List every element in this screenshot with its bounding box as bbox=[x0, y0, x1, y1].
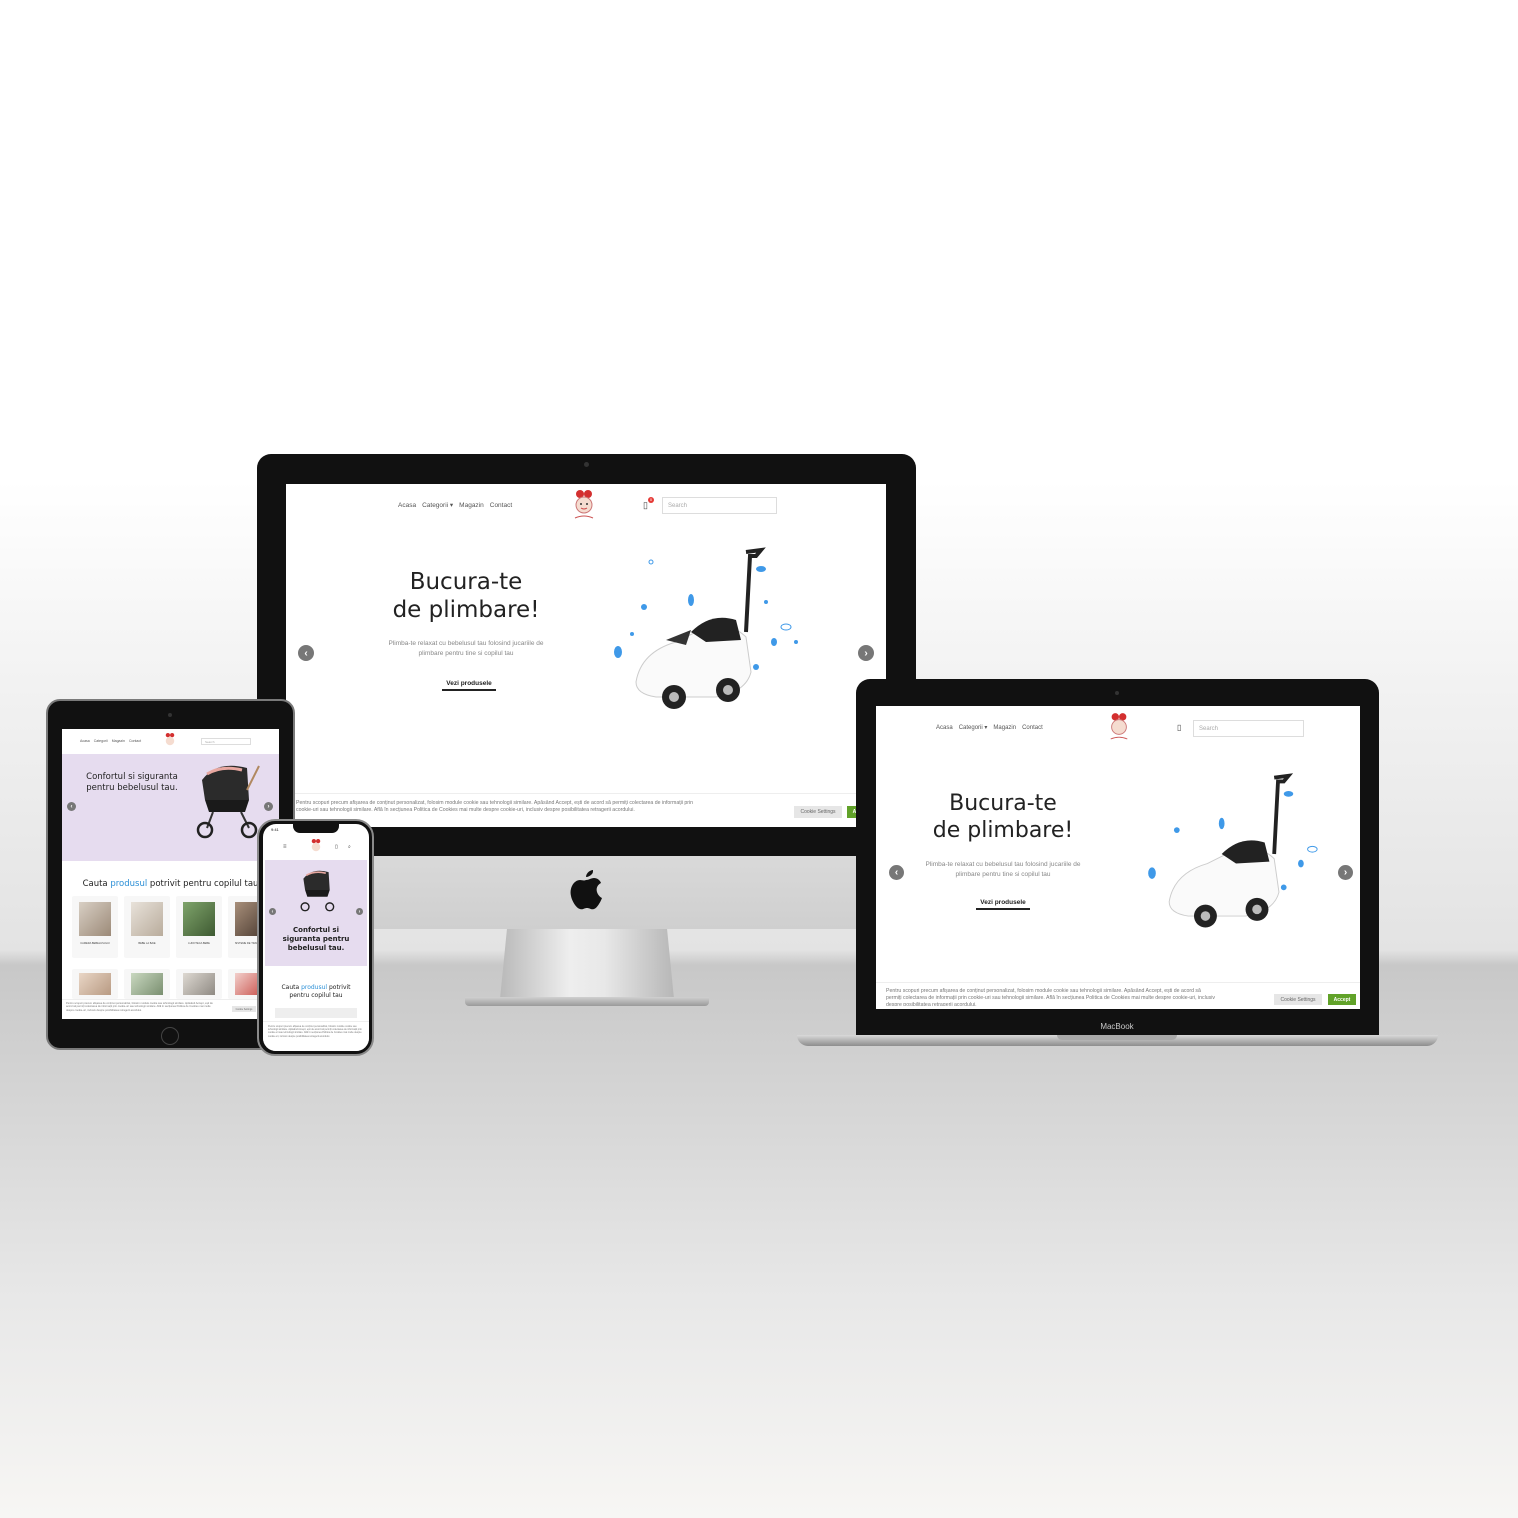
cookie-banner: Pentru scopuri precum afișarea de conțin… bbox=[263, 1021, 369, 1051]
ride-on-car-image bbox=[1148, 773, 1318, 928]
nav-contact[interactable]: Contact bbox=[490, 502, 512, 509]
main-nav-laptop: Acasa Categorii ▾ Magazin Contact bbox=[936, 724, 1043, 732]
hero-title: Confortul si siguranta pentru bebelusul … bbox=[282, 926, 350, 952]
slider-next-arrow[interactable]: › bbox=[264, 802, 273, 811]
hero-cta-button[interactable]: Vezi produsele bbox=[442, 680, 496, 691]
nav-contact[interactable]: Contact bbox=[129, 739, 141, 743]
menu-icon[interactable]: ≡ bbox=[283, 844, 287, 850]
phone-hero: ‹ › Confortul si siguranta pentru bebelu… bbox=[265, 860, 367, 966]
hero-subtitle: Plimba-te relaxat cu bebelusul tau folos… bbox=[925, 861, 1081, 878]
nav-categories[interactable]: Categorii ▾ bbox=[959, 724, 988, 731]
iphone-notch bbox=[293, 824, 339, 833]
cookie-settings-button[interactable]: Cookie Settings bbox=[794, 806, 842, 818]
search-input[interactable]: Search bbox=[1193, 720, 1304, 737]
ipad-camera bbox=[168, 713, 172, 717]
cookie-banner: Pentru scopuri precum afișarea de conțin… bbox=[876, 982, 1360, 1009]
cookie-settings-button[interactable]: Cookie Settings bbox=[1274, 994, 1322, 1005]
cookie-text: Pentru scopuri precum afișarea de conțin… bbox=[268, 1025, 362, 1038]
nav-home[interactable]: Acasa bbox=[936, 725, 953, 731]
slider-prev-arrow[interactable]: ‹ bbox=[298, 645, 314, 661]
stroller-image bbox=[196, 765, 260, 839]
apple-logo-icon bbox=[570, 870, 602, 910]
cart-icon[interactable]: ▯ 0 bbox=[643, 497, 654, 511]
search-icon[interactable]: ⌕ bbox=[348, 844, 351, 850]
nav-categories[interactable]: Categorii ▾ bbox=[422, 501, 453, 509]
macbook-screen: Acasa Categorii ▾ Magazin Contact ▯ Sear… bbox=[876, 706, 1360, 1009]
nav-contact[interactable]: Contact bbox=[1022, 725, 1043, 731]
imac-camera bbox=[584, 462, 589, 467]
category-card[interactable] bbox=[275, 1008, 357, 1018]
status-time: 9:41 bbox=[271, 827, 279, 832]
macbook-notch bbox=[1057, 1035, 1177, 1040]
cookie-accept-button[interactable]: Accept bbox=[1328, 994, 1356, 1005]
store-logo-icon[interactable] bbox=[309, 838, 323, 856]
imac-screen: Acasa Categorii ▾ Magazin Contact ▯ 0 Sea… bbox=[286, 484, 886, 827]
imac-stand bbox=[500, 929, 674, 999]
store-logo-icon[interactable] bbox=[163, 732, 177, 750]
nav-shop[interactable]: Magazin bbox=[112, 739, 125, 743]
slider-prev-arrow[interactable]: ‹ bbox=[889, 865, 904, 880]
cart-icon[interactable]: ▯ bbox=[1177, 723, 1181, 732]
macbook-camera bbox=[1115, 691, 1119, 695]
store-logo-icon[interactable] bbox=[1107, 710, 1131, 744]
nav-home[interactable]: Acasa bbox=[80, 739, 90, 743]
slider-next-arrow[interactable]: › bbox=[858, 645, 874, 661]
tablet-hero: Confortul si siguranta pentru bebelusul … bbox=[62, 754, 279, 861]
category-grid: CAMERA BEBELUSULUI BEBE LA BAIE LUDOTECA… bbox=[72, 896, 279, 966]
cookie-text: Pentru scopuri precum afișarea de conțin… bbox=[886, 988, 1215, 1006]
cookie-banner: Pentru scopuri precum afișarea de conțin… bbox=[62, 999, 279, 1019]
hero-title: Bucura-te de plimbare! bbox=[932, 791, 1074, 843]
hero-subtitle: Plimba-te relaxat cu bebelusul tau folos… bbox=[388, 640, 544, 657]
slider-prev-arrow[interactable]: ‹ bbox=[269, 908, 276, 915]
hero-title: Bucura-te de plimbare! bbox=[392, 569, 540, 623]
stroller-image bbox=[300, 870, 335, 912]
category-card[interactable]: BEBE LA BAIE bbox=[124, 896, 170, 958]
main-nav-tablet: Acasa Categorii Magazin Contact bbox=[80, 739, 141, 743]
cart-icon[interactable]: ▯ bbox=[335, 844, 338, 850]
macbook-label: MacBook bbox=[1100, 1022, 1134, 1031]
ipad-screen: Acasa Categorii Magazin Contact Search C… bbox=[62, 729, 279, 1019]
iphone-screen: 9:41 ≡ ▯ ⌕ ‹ › Confortul si siguranta pe… bbox=[263, 824, 369, 1051]
hero-cta-button[interactable]: Vezi produsele bbox=[976, 899, 1030, 910]
cookie-banner: Pentru scopuri precum afișarea de conțin… bbox=[286, 793, 886, 827]
cookie-text: Pentru scopuri precum afișarea de conțin… bbox=[66, 1002, 213, 1012]
cookie-settings-button[interactable]: Cookie Settings bbox=[232, 1006, 256, 1012]
store-logo-icon[interactable] bbox=[571, 488, 597, 522]
ipad-home-button[interactable] bbox=[161, 1027, 179, 1045]
category-card[interactable]: LUDOTECA BEBE bbox=[176, 896, 222, 958]
nav-shop[interactable]: Magazin bbox=[459, 502, 484, 509]
section-title: Cauta produsul potrivit pentru copilul t… bbox=[82, 879, 259, 889]
nav-shop[interactable]: Magazin bbox=[993, 725, 1016, 731]
search-input[interactable]: Search bbox=[201, 738, 251, 745]
nav-home[interactable]: Acasa bbox=[398, 502, 416, 509]
imac-foot bbox=[465, 997, 709, 1006]
slider-prev-arrow[interactable]: ‹ bbox=[67, 802, 76, 811]
category-grid-row2 bbox=[72, 969, 279, 999]
category-card[interactable]: CAMERA BEBELUSULUI bbox=[72, 896, 118, 958]
search-input[interactable]: Search bbox=[662, 497, 777, 514]
nav-categories[interactable]: Categorii bbox=[94, 739, 108, 743]
slider-next-arrow[interactable]: › bbox=[356, 908, 363, 915]
ride-on-car-image bbox=[614, 547, 798, 709]
hero-title: Confortul si siguranta pentru bebelusul … bbox=[86, 772, 178, 793]
main-nav: Acasa Categorii ▾ Magazin Contact bbox=[398, 501, 512, 510]
section-title: Cauta produsul potrivit pentru copilul t… bbox=[281, 984, 351, 999]
cart-count-badge: 0 bbox=[648, 497, 654, 503]
